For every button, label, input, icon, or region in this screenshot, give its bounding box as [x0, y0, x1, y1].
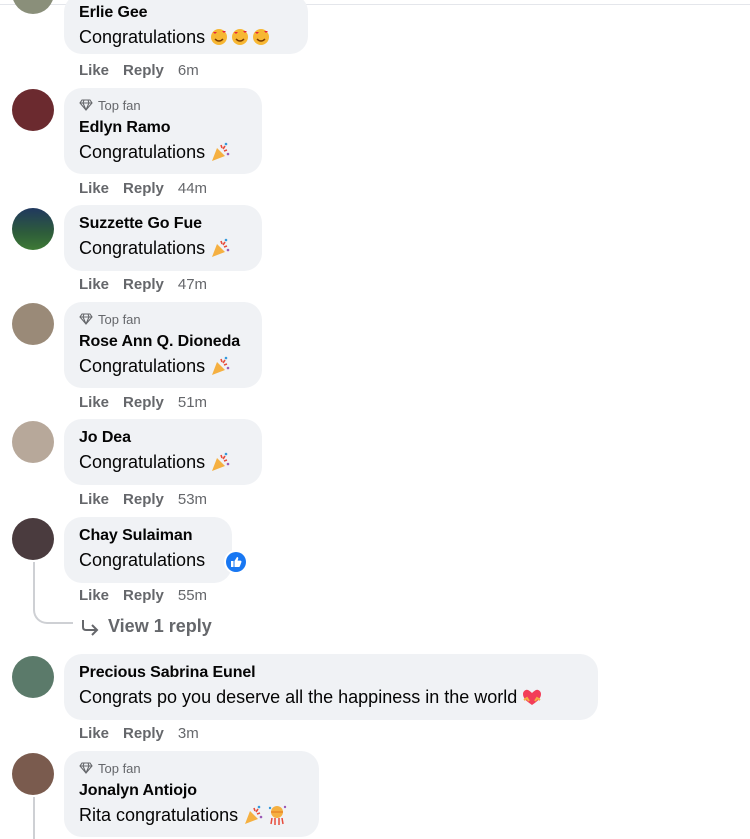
avatar[interactable] — [12, 656, 54, 698]
reply-thread-line — [33, 797, 35, 839]
comment-bubble: Top fan Jonalyn Antiojo Rita congratulat… — [64, 751, 319, 837]
diamond-icon — [79, 99, 93, 111]
commenter-name[interactable]: Chay Sulaiman — [79, 525, 217, 547]
commenter-name[interactable]: Jonalyn Antiojo — [79, 780, 304, 802]
commenter-name[interactable]: Rose Ann Q. Dioneda — [79, 331, 247, 353]
comment-text: Congratulations — [79, 235, 247, 261]
comment-bubble: Top fan Edlyn Ramo Congratulations — [64, 88, 262, 174]
heart-hands-icon — [521, 686, 544, 708]
comment-text: Rita congratulations — [79, 802, 304, 828]
like-button[interactable]: Like — [79, 276, 109, 293]
avatar[interactable] — [12, 0, 54, 14]
reply-arrow-icon — [82, 619, 99, 636]
comment-time[interactable]: 53m — [178, 491, 207, 508]
comment-actions: Like Reply 55m — [79, 585, 207, 605]
comment-time[interactable]: 47m — [178, 276, 207, 293]
comment-text: Congratulations — [79, 550, 206, 570]
comment-actions: Like Reply 47m — [79, 274, 207, 294]
like-button[interactable]: Like — [79, 180, 109, 197]
commenter-name[interactable]: Precious Sabrina Eunel — [79, 662, 583, 684]
reaction-badge[interactable] — [224, 550, 248, 574]
comment-actions: Like Reply 3m — [79, 723, 199, 743]
reply-thread-line — [33, 562, 35, 608]
comment-bubble: Top fan Rose Ann Q. Dioneda Congratulati… — [64, 302, 262, 388]
diamond-icon — [79, 762, 93, 774]
reply-button[interactable]: Reply — [123, 491, 164, 508]
reply-button[interactable]: Reply — [123, 180, 164, 197]
diamond-icon — [79, 313, 93, 325]
reply-button[interactable]: Reply — [123, 394, 164, 411]
comment-time[interactable]: 6m — [178, 62, 199, 79]
comment-time[interactable]: 3m — [178, 725, 199, 742]
comment-bubble: Chay Sulaiman Congratulations — [64, 517, 232, 583]
party-popper-icon — [209, 237, 232, 259]
comment-actions: Like Reply 44m — [79, 178, 207, 198]
comment-actions: Like Reply 53m — [79, 489, 207, 509]
view-replies-button[interactable]: View 1 reply — [80, 616, 212, 637]
comment-bubble: Jo Dea Congratulations — [64, 419, 262, 485]
comment-text: Congrats po you deserve all the happines… — [79, 684, 583, 710]
avatar[interactable] — [12, 421, 54, 463]
reply-button[interactable]: Reply — [123, 62, 164, 79]
avatar[interactable] — [12, 89, 54, 131]
party-popper-icon — [209, 451, 232, 473]
commenter-name[interactable]: Suzzette Go Fue — [79, 213, 247, 235]
commenter-name[interactable]: Jo Dea — [79, 427, 247, 449]
reply-button[interactable]: Reply — [123, 276, 164, 293]
like-button[interactable]: Like — [79, 725, 109, 742]
comment-text: Congratulations — [79, 24, 293, 50]
reply-thread-curve — [33, 606, 73, 624]
avatar[interactable] — [12, 753, 54, 795]
like-button[interactable]: Like — [79, 491, 109, 508]
smiling-face-with-hearts-icon — [209, 27, 272, 47]
comment-bubble: Suzzette Go Fue Congratulations — [64, 205, 262, 271]
comment-time[interactable]: 51m — [178, 394, 207, 411]
comment-time[interactable]: 44m — [178, 180, 207, 197]
top-fan-badge[interactable]: Top fan — [79, 759, 304, 777]
comment-actions: Like Reply 51m — [79, 392, 207, 412]
comment-bubble: Erlie Gee Congratulations — [64, 0, 308, 54]
comment-actions: Like Reply 6m — [79, 60, 199, 80]
confetti-ball-icon — [266, 804, 289, 826]
like-button[interactable]: Like — [79, 587, 109, 604]
comment-text: Congratulations — [79, 449, 247, 475]
top-fan-badge[interactable]: Top fan — [79, 310, 247, 328]
party-popper-icon — [209, 141, 232, 163]
commenter-name[interactable]: Edlyn Ramo — [79, 117, 247, 139]
reply-button[interactable]: Reply — [123, 587, 164, 604]
like-button[interactable]: Like — [79, 394, 109, 411]
top-fan-badge[interactable]: Top fan — [79, 96, 247, 114]
comment-text: Congratulations — [79, 353, 247, 379]
avatar[interactable] — [12, 303, 54, 345]
like-button[interactable]: Like — [79, 62, 109, 79]
avatar[interactable] — [12, 208, 54, 250]
comment-time[interactable]: 55m — [178, 587, 207, 604]
party-popper-icon — [242, 804, 265, 826]
like-reaction-icon — [226, 552, 246, 572]
party-popper-icon — [209, 355, 232, 377]
reply-button[interactable]: Reply — [123, 725, 164, 742]
commenter-name[interactable]: Erlie Gee — [79, 2, 293, 24]
comment-text: Congratulations — [79, 139, 247, 165]
avatar[interactable] — [12, 518, 54, 560]
comment-bubble: Precious Sabrina Eunel Congrats po you d… — [64, 654, 598, 720]
